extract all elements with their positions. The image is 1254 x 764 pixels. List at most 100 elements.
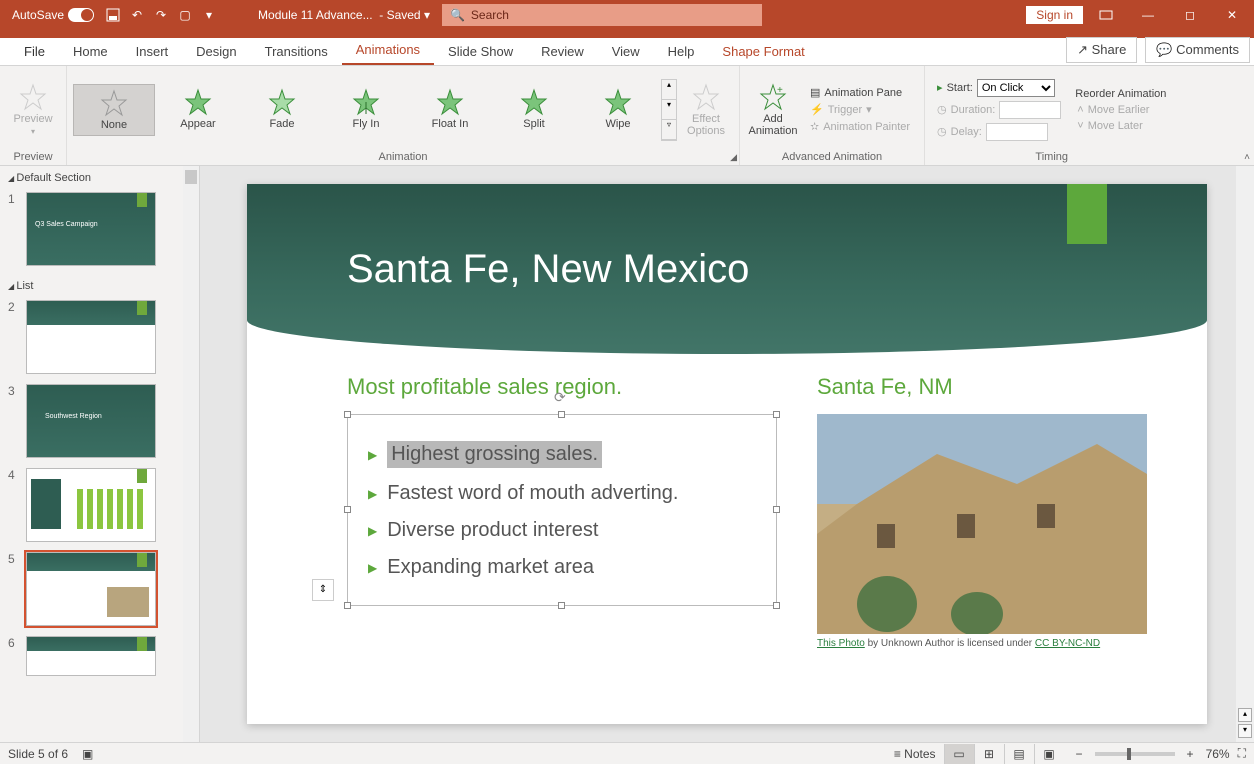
- autosave-toggle[interactable]: AutoSave: [8, 8, 98, 22]
- resize-handle[interactable]: [558, 411, 565, 418]
- move-later-button[interactable]: ˅Move Later: [1075, 119, 1166, 133]
- animation-painter-button[interactable]: ✫Animation Painter: [808, 119, 912, 134]
- slide-editor[interactable]: Santa Fe, New Mexico Most profitable sal…: [200, 166, 1254, 742]
- from-beginning-icon[interactable]: ▢: [176, 6, 194, 24]
- thumbnail-5[interactable]: [26, 552, 156, 626]
- thumb-row-2[interactable]: 2: [0, 298, 199, 382]
- animation-pane-button[interactable]: ▤Animation Pane: [808, 85, 912, 100]
- resize-handle[interactable]: [344, 411, 351, 418]
- thumb-row-5[interactable]: 5: [0, 550, 199, 634]
- zoom-level[interactable]: 76%: [1206, 747, 1230, 761]
- slide-counter[interactable]: Slide 5 of 6: [8, 747, 68, 761]
- gallery-scroll[interactable]: ▴ ▾ ▿: [661, 79, 677, 141]
- preview-button[interactable]: Preview ▾: [6, 79, 60, 140]
- animation-gallery[interactable]: None Appear Fade Fly In Float In: [73, 84, 659, 136]
- thumbnail-6[interactable]: [26, 636, 156, 676]
- slide-title-text[interactable]: Santa Fe, New Mexico: [347, 247, 749, 292]
- tab-shape-format[interactable]: Shape Format: [708, 38, 818, 65]
- tab-slideshow[interactable]: Slide Show: [434, 38, 527, 65]
- rotate-handle-icon[interactable]: ⟳: [554, 389, 566, 406]
- tab-review[interactable]: Review: [527, 38, 598, 65]
- slide-image[interactable]: [817, 414, 1147, 634]
- collapse-ribbon-icon[interactable]: ˄: [1244, 152, 1250, 163]
- qat-more-icon[interactable]: ▾: [200, 6, 218, 24]
- comments-button[interactable]: 💬 Comments: [1145, 37, 1250, 63]
- section-default[interactable]: Default Section: [0, 166, 199, 190]
- start-select[interactable]: On Click: [977, 79, 1055, 97]
- close-icon[interactable]: ✕: [1212, 0, 1252, 30]
- tab-home[interactable]: Home: [59, 38, 122, 65]
- tab-insert[interactable]: Insert: [122, 38, 183, 65]
- resize-handle[interactable]: [344, 506, 351, 513]
- search-box[interactable]: 🔍 Search: [442, 4, 762, 26]
- resize-handle[interactable]: [558, 602, 565, 609]
- duration-input[interactable]: [999, 101, 1061, 119]
- slide-scrollbar[interactable]: [1236, 166, 1254, 742]
- minimize-icon[interactable]: —: [1128, 0, 1168, 30]
- resize-handle[interactable]: [773, 506, 780, 513]
- tab-design[interactable]: Design: [182, 38, 250, 65]
- thumbnail-panel[interactable]: Default Section 1 Q3 Sales Campaign List…: [0, 166, 200, 742]
- prev-slide-icon[interactable]: ▴: [1238, 708, 1252, 722]
- normal-view-icon[interactable]: ▭: [944, 744, 974, 764]
- sorter-view-icon[interactable]: ⊞: [974, 744, 1004, 764]
- credit-link-2[interactable]: CC BY-NC-ND: [1035, 638, 1100, 649]
- animation-appear[interactable]: Appear: [157, 84, 239, 136]
- slideshow-view-icon[interactable]: ▣: [1034, 744, 1064, 764]
- thumb-row-1[interactable]: 1 Q3 Sales Campaign: [0, 190, 199, 274]
- zoom-in-icon[interactable]: +: [1183, 747, 1198, 761]
- bullet-3[interactable]: ▶Diverse product interest: [368, 519, 756, 542]
- right-subtitle[interactable]: Santa Fe, NM: [817, 374, 1157, 400]
- animation-flyin[interactable]: Fly In: [325, 84, 407, 136]
- thumbnail-1[interactable]: Q3 Sales Campaign: [26, 192, 156, 266]
- add-animation-button[interactable]: + Add Animation: [746, 79, 800, 141]
- effect-options-button[interactable]: Effect Options: [679, 79, 733, 141]
- resize-handle[interactable]: [344, 602, 351, 609]
- share-button[interactable]: ↗ Share: [1066, 37, 1137, 63]
- tab-transitions[interactable]: Transitions: [251, 38, 342, 65]
- gallery-up-icon[interactable]: ▴: [662, 80, 676, 100]
- tab-view[interactable]: View: [598, 38, 654, 65]
- resize-handle[interactable]: [773, 602, 780, 609]
- zoom-slider[interactable]: [1095, 752, 1175, 756]
- tab-help[interactable]: Help: [654, 38, 709, 65]
- section-list[interactable]: List: [0, 274, 199, 298]
- slide-canvas[interactable]: Santa Fe, New Mexico Most profitable sal…: [247, 184, 1207, 724]
- notes-button[interactable]: ≡ Notes: [894, 747, 936, 761]
- sign-in-button[interactable]: Sign in: [1025, 5, 1084, 25]
- gallery-more-icon[interactable]: ▿: [662, 120, 676, 140]
- animation-fade[interactable]: Fade: [241, 84, 323, 136]
- thumbnail-4[interactable]: [26, 468, 156, 542]
- accessibility-icon[interactable]: ▣: [82, 747, 93, 761]
- animation-floatin[interactable]: Float In: [409, 84, 491, 136]
- undo-icon[interactable]: ↶: [128, 6, 146, 24]
- tab-animations[interactable]: Animations: [342, 36, 434, 65]
- bullet-2[interactable]: ▶Fastest word of mouth adverting.: [368, 482, 756, 505]
- autofit-options-icon[interactable]: ⇕: [312, 579, 334, 601]
- save-icon[interactable]: [104, 6, 122, 24]
- thumb-row-4[interactable]: 4: [0, 466, 199, 550]
- trigger-button[interactable]: ⚡Trigger ▾: [808, 102, 912, 117]
- slide-title-area[interactable]: Santa Fe, New Mexico: [247, 184, 1207, 354]
- ribbon-display-icon[interactable]: [1086, 0, 1126, 30]
- thumbnail-2[interactable]: [26, 300, 156, 374]
- maximize-icon[interactable]: ◻: [1170, 0, 1210, 30]
- thumbnail-3[interactable]: Southwest Region: [26, 384, 156, 458]
- tab-file[interactable]: File: [10, 38, 59, 65]
- move-earlier-button[interactable]: ˄Move Earlier: [1075, 103, 1166, 117]
- resize-handle[interactable]: [773, 411, 780, 418]
- animation-dialog-launcher-icon[interactable]: ◢: [730, 152, 737, 163]
- animation-split[interactable]: Split: [493, 84, 575, 136]
- credit-link-1[interactable]: This Photo: [817, 638, 865, 649]
- content-text-box[interactable]: ⟳ ▶Highest grossing sales. ▶Fastest word…: [347, 414, 777, 606]
- redo-icon[interactable]: ↷: [152, 6, 170, 24]
- reading-view-icon[interactable]: ▤: [1004, 744, 1034, 764]
- thumb-row-3[interactable]: 3 Southwest Region: [0, 382, 199, 466]
- thumbnail-scrollbar[interactable]: [183, 166, 199, 742]
- delay-input[interactable]: [986, 123, 1048, 141]
- zoom-out-icon[interactable]: −: [1072, 747, 1087, 761]
- bullet-1[interactable]: ▶Highest grossing sales.: [368, 441, 756, 468]
- thumb-row-6[interactable]: 6: [0, 634, 199, 684]
- fit-to-window-icon[interactable]: ⛶: [1238, 746, 1246, 761]
- animation-none[interactable]: None: [73, 84, 155, 136]
